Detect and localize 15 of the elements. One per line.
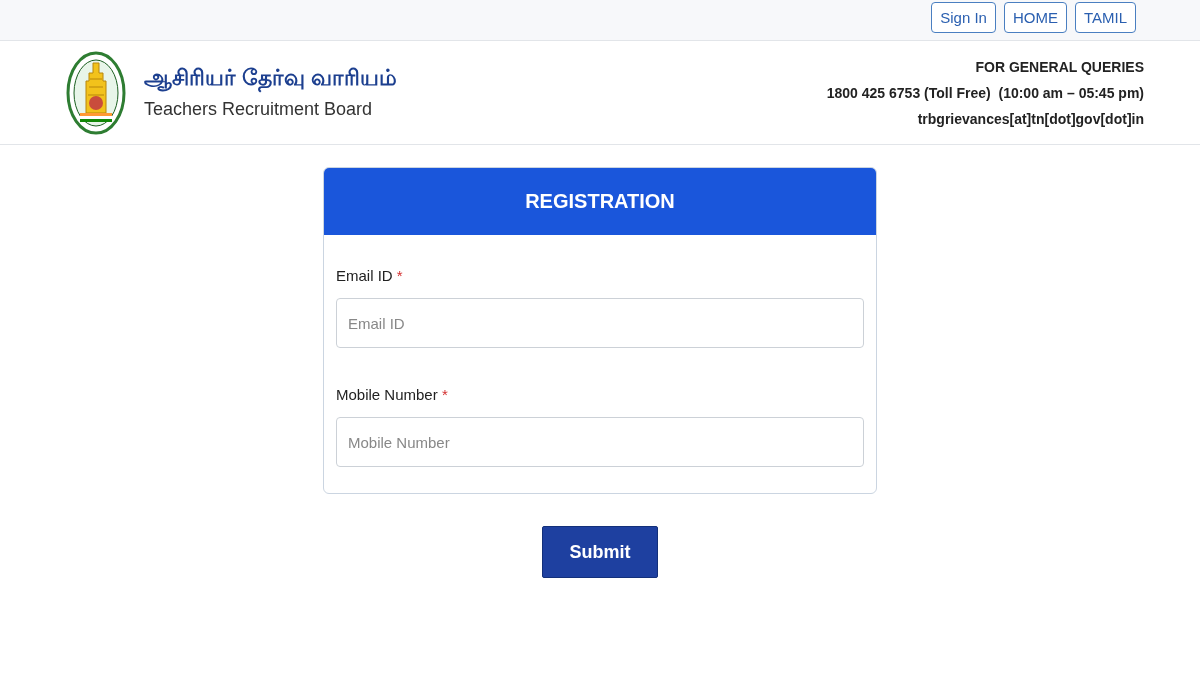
field-label: Email ID * [336,267,404,284]
helpline-text: 1800 425 6753 (Toll Free) (10:00 am – 05:45 pm) [826,83,1144,103]
submit-button[interactable]: Submit [542,526,658,578]
contact-email: trbgrievances[at]tn[dot]gov[dot]in [916,109,1144,129]
board-title-tamil: ஆசிரியர் தேர்வு வாரியம் [144,65,398,93]
input-field[interactable]: Mobile Number [336,417,864,467]
field-label: Mobile Number * [336,386,449,403]
nav-button[interactable]: TAMIL [1074,1,1136,33]
form-title: REGISTRATION [525,190,675,213]
input-field[interactable]: Email ID [336,298,864,348]
nav-button[interactable]: Sign In [931,1,996,33]
board-title-english: Teachers Recruitment Board [144,99,374,120]
nav-button[interactable]: HOME [1003,1,1067,33]
queries-heading: FOR GENERAL QUERIES [974,57,1144,77]
emblem-icon [66,50,126,135]
